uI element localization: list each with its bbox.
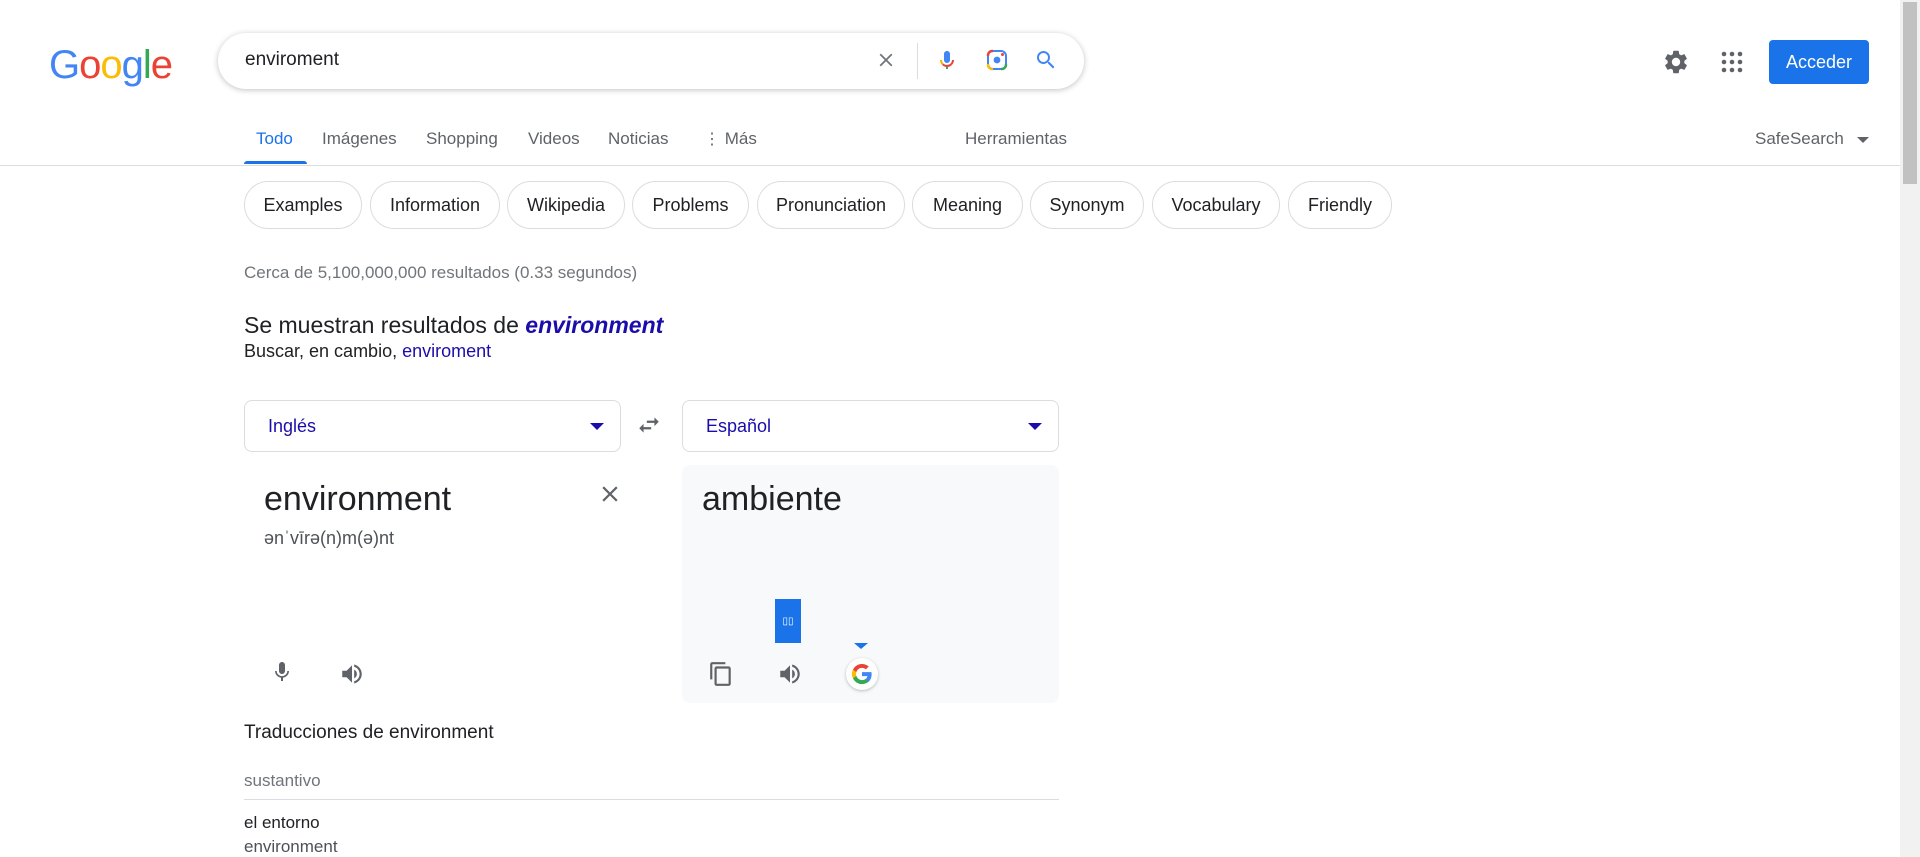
active-tab-indicator	[244, 161, 307, 164]
lens-icon[interactable]	[984, 47, 1010, 73]
translations-heading: Traducciones de environment	[244, 722, 494, 743]
tab-noticias[interactable]: Noticias	[608, 129, 668, 149]
translation-entry: el entorno	[244, 813, 320, 832]
tab-shopping[interactable]: Shopping	[426, 129, 498, 149]
chip-friendly[interactable]: Friendly	[1288, 181, 1392, 229]
signin-button[interactable]: Acceder	[1769, 40, 1869, 84]
corrected-term-link[interactable]: environment	[525, 312, 663, 338]
tab-todo[interactable]: Todo	[256, 129, 293, 149]
search-input[interactable]: enviroment	[245, 49, 339, 71]
chip-synonym[interactable]: Synonym	[1030, 181, 1144, 229]
result-stats: Cerca de 5,100,000,000 resultados (0.33 …	[244, 263, 638, 282]
google-logo[interactable]: Google	[49, 43, 173, 88]
showing-prefix: Se muestran resultados de	[244, 312, 526, 338]
source-text[interactable]: environment	[264, 480, 451, 519]
chip-problems[interactable]: Problems	[632, 181, 749, 229]
search-instead: Buscar, en cambio, enviroment	[244, 341, 491, 362]
source-language-label: Inglés	[268, 416, 317, 436]
dropdown-arrow-icon	[1856, 136, 1869, 143]
tabs-divider	[0, 165, 1900, 166]
tab-herramientas[interactable]: Herramientas	[965, 129, 1067, 149]
microphone-icon[interactable]	[934, 47, 960, 73]
dropdown-arrow-icon	[1028, 423, 1042, 430]
search-divider	[917, 43, 918, 79]
speaker-icon[interactable]	[774, 658, 806, 690]
google-translate-icon[interactable]	[846, 658, 878, 690]
chip-information[interactable]: Information	[370, 181, 500, 229]
clear-source-icon[interactable]	[594, 478, 626, 510]
chip-pronunciation[interactable]: Pronunciation	[757, 181, 905, 229]
tab-mas[interactable]: ⋮ Más	[704, 129, 757, 149]
divider	[244, 799, 1059, 800]
tab-mas-label: Más	[724, 129, 757, 148]
speaker-icon[interactable]	[336, 658, 368, 690]
chip-meaning[interactable]: Meaning	[912, 181, 1023, 229]
swap-languages-icon[interactable]	[636, 412, 662, 443]
tab-videos[interactable]: Videos	[528, 129, 580, 149]
safesearch-menu[interactable]: SafeSearch	[1755, 129, 1869, 149]
tab-imagenes[interactable]: Imágenes	[322, 129, 397, 149]
target-language-select[interactable]: Español	[682, 400, 1059, 452]
dropdown-arrow-icon	[590, 423, 604, 430]
back-translation: environment	[244, 837, 338, 856]
instead-prefix: Buscar, en cambio,	[244, 341, 403, 361]
microphone-icon[interactable]	[266, 656, 298, 688]
chip-examples[interactable]: Examples	[244, 181, 362, 229]
tooltip: ▯▯	[775, 599, 801, 643]
chip-vocabulary[interactable]: Vocabulary	[1152, 181, 1280, 229]
source-language-select[interactable]: Inglés	[244, 400, 621, 452]
apps-grid-icon[interactable]	[1720, 50, 1744, 79]
target-language-label: Español	[706, 416, 772, 436]
showing-results-for: Se muestran resultados de environment	[244, 312, 663, 339]
phonetic-text: ənˈvīrə(n)m(ə)nt	[264, 528, 395, 548]
part-of-speech: sustantivo	[244, 771, 321, 790]
original-term-link[interactable]: enviroment	[402, 341, 491, 361]
chip-wikipedia[interactable]: Wikipedia	[507, 181, 625, 229]
clear-icon[interactable]	[873, 47, 899, 73]
copy-icon[interactable]	[705, 658, 737, 690]
tooltip-pointer	[854, 643, 868, 649]
more-vert-icon: ⋮	[704, 131, 720, 148]
translated-text: ambiente	[702, 480, 842, 518]
scrollbar-thumb[interactable]	[1903, 2, 1917, 184]
search-icon[interactable]	[1033, 47, 1059, 73]
settings-gear-icon[interactable]	[1662, 48, 1690, 81]
safesearch-label: SafeSearch	[1755, 129, 1844, 148]
